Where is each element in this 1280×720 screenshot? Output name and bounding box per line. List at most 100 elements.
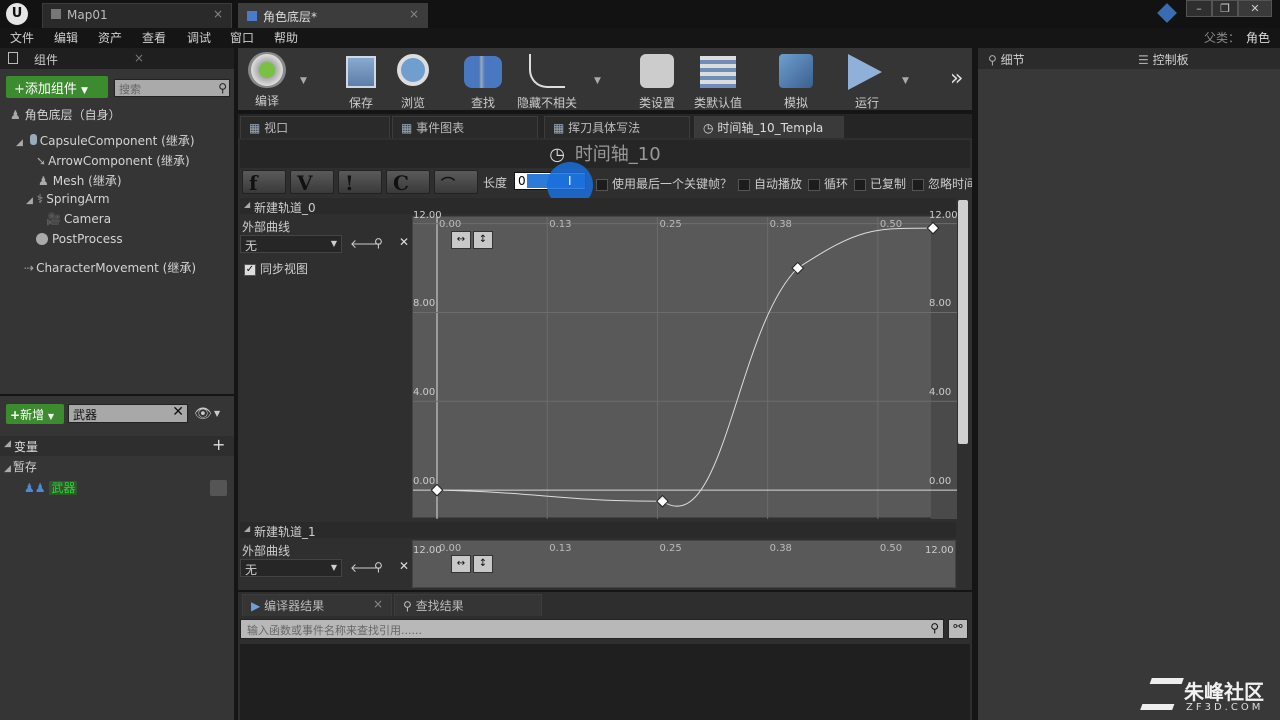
source-control-icon[interactable] bbox=[1157, 3, 1177, 23]
class-defaults-button[interactable]: 类默认值 bbox=[690, 52, 746, 110]
visibility-toggle-icon[interactable] bbox=[210, 480, 227, 496]
new-button[interactable]: +新增 ▼ bbox=[6, 404, 64, 424]
tab-find-results[interactable]: ⚲ 查找结果 bbox=[394, 594, 542, 616]
tree-item-springarm[interactable]: ◢ ⚕ SpringArm bbox=[26, 192, 110, 206]
add-event-track-button[interactable]: ! bbox=[338, 170, 382, 195]
clear-icon[interactable]: ✕ bbox=[399, 559, 409, 573]
tab-blueprint[interactable]: 角色底层* × bbox=[238, 3, 428, 28]
add-float-track-button[interactable]: f bbox=[242, 170, 286, 195]
menu-edit[interactable]: 编辑 bbox=[54, 29, 78, 46]
tree-item-camera[interactable]: 🎥 Camera bbox=[46, 212, 111, 226]
maximize-button[interactable]: ❐ bbox=[1212, 0, 1238, 17]
search-icon[interactable]: ⚲ bbox=[930, 621, 939, 635]
find-in-all-blueprints-button[interactable]: ⚯ bbox=[948, 619, 968, 639]
add-variable-icon[interactable]: + bbox=[212, 435, 225, 454]
x-tick-label: 0.13 bbox=[549, 543, 572, 554]
track-0-header[interactable]: ◢ 新建轨道_0 bbox=[240, 198, 956, 215]
replicated-checkbox[interactable]: 已复制 bbox=[854, 175, 906, 192]
find-button[interactable]: 查找 bbox=[458, 52, 508, 110]
expand-arrow-icon[interactable]: ◢ bbox=[16, 138, 23, 148]
timeline-scrollbar[interactable] bbox=[958, 200, 968, 444]
close-icon[interactable]: × bbox=[134, 51, 144, 65]
menu-window[interactable]: 窗口 bbox=[230, 29, 254, 46]
compile-button[interactable]: 编译 bbox=[242, 52, 292, 110]
find-results-search-input[interactable]: 输入函数或事件名称来查找引用...... ⚲ bbox=[240, 619, 944, 639]
clear-icon[interactable]: ✕ bbox=[399, 235, 409, 249]
close-icon[interactable]: × bbox=[409, 7, 419, 21]
tree-item-mesh[interactable]: ♟ Mesh (继承) bbox=[38, 172, 122, 189]
fit-vertical-button[interactable]: ↕ bbox=[473, 231, 493, 249]
play-button[interactable]: 运行 bbox=[842, 52, 892, 110]
tab-swing-function[interactable]: ▦ 挥刀具体写法 bbox=[544, 116, 690, 138]
parent-class-link[interactable]: 角色 bbox=[1246, 29, 1270, 46]
tree-item-movement[interactable]: ⇢ CharacterMovement (继承) bbox=[24, 259, 196, 276]
external-curve-select[interactable]: 无 ▼ bbox=[240, 235, 342, 253]
menu-file[interactable]: 文件 bbox=[10, 29, 34, 46]
tree-item-postprocess[interactable]: PostProcess bbox=[36, 232, 123, 246]
clear-icon[interactable]: ✕ bbox=[172, 404, 184, 420]
expand-arrow-icon[interactable]: ◢ bbox=[26, 196, 33, 206]
tab-timeline[interactable]: ◷ 时间轴_10_Templa bbox=[694, 116, 844, 138]
mesh-icon: ♟ bbox=[38, 174, 49, 188]
category-temp[interactable]: ◢ 暂存 bbox=[4, 458, 37, 475]
fit-horizontal-button[interactable]: ↔ bbox=[451, 231, 471, 249]
sync-view-checkbox[interactable]: ✓ 同步视图 bbox=[244, 260, 308, 277]
menu-help[interactable]: 帮助 bbox=[274, 29, 298, 46]
keyframe[interactable] bbox=[656, 494, 669, 508]
class-settings-button[interactable]: 类设置 bbox=[634, 52, 680, 110]
grid-lines bbox=[413, 217, 957, 519]
menu-view[interactable]: 查看 bbox=[142, 29, 166, 46]
add-curve-asset-button[interactable]: ⌒ bbox=[434, 170, 478, 194]
x-tick-label: 0.50 bbox=[879, 219, 903, 230]
tab-event-graph[interactable]: ▦ 事件图表 bbox=[392, 116, 538, 138]
unreal-logo-icon[interactable]: U bbox=[6, 3, 28, 25]
external-curve-select[interactable]: 无 ▼ bbox=[240, 559, 342, 577]
use-last-keyframe-checkbox[interactable]: 使用最后一个关键帧？ bbox=[596, 175, 732, 192]
variable-type-icon: ♟♟ bbox=[24, 481, 46, 495]
fit-horizontal-button[interactable]: ↔ bbox=[451, 555, 471, 573]
components-search-input[interactable]: 搜索 ⚲ bbox=[114, 79, 230, 97]
play-options-icon[interactable]: ▼ bbox=[902, 76, 909, 86]
close-icon[interactable]: × bbox=[213, 7, 223, 21]
curve-graph-0[interactable]: 0.00 0.13 0.25 0.38 0.50 12.00 8.00 4.00 0.00 1… bbox=[412, 210, 958, 519]
close-window-button[interactable]: ✕ bbox=[1238, 0, 1272, 17]
variables-header[interactable]: ◢ 变量 + bbox=[0, 435, 234, 456]
ignore-time-dilation-checkbox[interactable]: 忽略时间 bbox=[912, 175, 972, 192]
tree-root[interactable]: ♟ 角色底层（自身） bbox=[10, 106, 121, 123]
simulate-button[interactable]: 模拟 bbox=[774, 52, 818, 110]
chevron-down-icon: ▼ bbox=[81, 86, 88, 96]
fit-vertical-button[interactable]: ↕ bbox=[473, 555, 493, 573]
search-icon[interactable]: ⚲ bbox=[374, 236, 383, 250]
curve-graph-1[interactable]: 0.00 0.13 0.25 0.38 0.50 12.00 12.00 ↔ ↕ bbox=[412, 540, 956, 588]
menu-asset[interactable]: 资产 bbox=[98, 29, 122, 46]
tab-compiler-results[interactable]: ▶ 编译器结果 × bbox=[242, 594, 392, 616]
minimize-button[interactable]: – bbox=[1186, 0, 1212, 17]
filter-input[interactable]: 武器 ✕ bbox=[68, 404, 188, 423]
add-component-button[interactable]: +添加组件 ▼ bbox=[6, 76, 108, 98]
autoplay-checkbox[interactable]: 自动播放 bbox=[738, 175, 802, 192]
toolbar-overflow-icon[interactable]: » bbox=[950, 66, 963, 91]
menu-debug[interactable]: 调试 bbox=[187, 29, 211, 46]
hide-unrelated-button[interactable]: 隐藏不相关 bbox=[512, 52, 582, 110]
tab-viewport[interactable]: ▦ 视口 bbox=[240, 116, 390, 138]
track-1-header[interactable]: ◢ 新建轨道_1 bbox=[240, 522, 956, 539]
browse-button[interactable]: 浏览 bbox=[388, 52, 438, 110]
add-vector-track-button[interactable]: V bbox=[290, 170, 334, 195]
hide-options-icon[interactable]: ▼ bbox=[594, 76, 601, 86]
eye-icon[interactable]: 👁 bbox=[194, 406, 212, 422]
loop-checkbox[interactable]: 循环 bbox=[808, 175, 848, 192]
add-color-track-button[interactable]: C bbox=[386, 170, 430, 195]
tree-item-arrow[interactable]: ➘ ArrowComponent (继承) bbox=[36, 152, 190, 169]
details-tab[interactable]: ⚲ 细节 bbox=[988, 51, 1025, 68]
tab-map01[interactable]: Map01 × bbox=[42, 3, 232, 28]
search-icon[interactable]: ⚲ bbox=[374, 560, 383, 574]
tree-item-capsule[interactable]: ◢ CapsuleComponent (继承) bbox=[16, 132, 195, 149]
palette-tab[interactable]: ☰ 控制板 bbox=[1138, 51, 1189, 68]
search-icon[interactable]: ⚲ bbox=[218, 81, 227, 95]
save-button[interactable]: 保存 bbox=[338, 52, 384, 110]
compile-options-icon[interactable]: ▼ bbox=[300, 76, 307, 86]
variable-weapon[interactable]: ♟♟ 武器 bbox=[24, 479, 230, 499]
chevron-down-icon[interactable]: ▼ bbox=[214, 409, 220, 418]
close-icon[interactable]: × bbox=[373, 597, 383, 611]
x-tick-label: 0.00 bbox=[439, 543, 462, 554]
